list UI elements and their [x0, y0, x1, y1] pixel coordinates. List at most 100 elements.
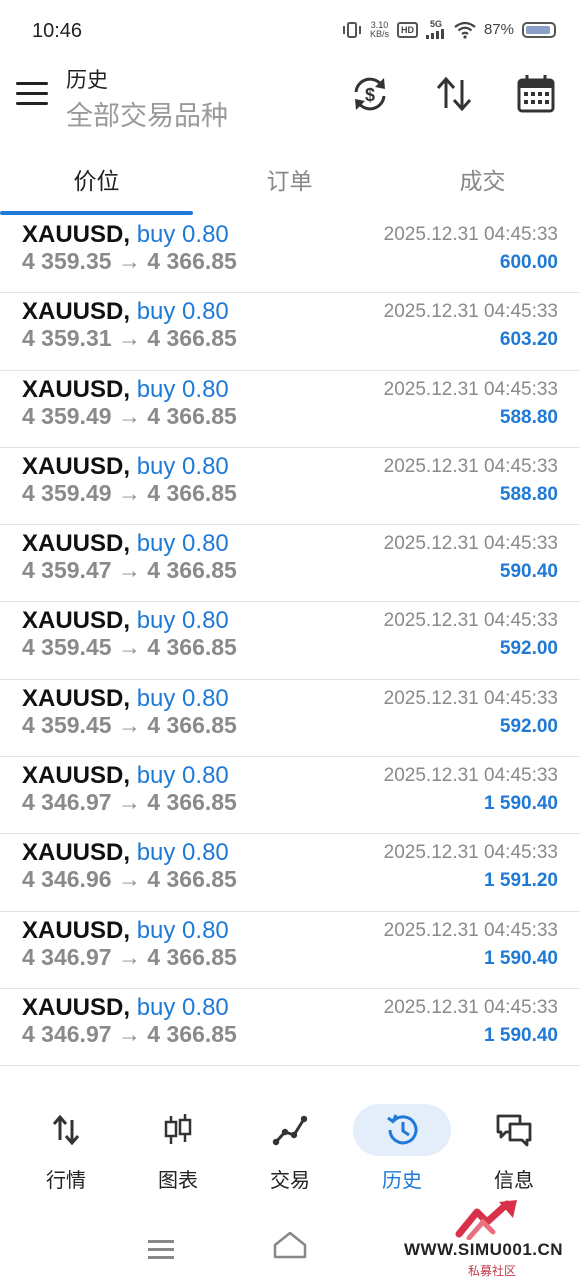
- app-bar: 历史 全部交易品种 $: [0, 62, 580, 142]
- nav-quotes-label: 行情: [46, 1170, 86, 1192]
- battery-icon: [522, 21, 556, 38]
- deal-head: XAUUSD, buy 0.80: [22, 530, 229, 558]
- deal-profit: 588.80: [499, 406, 558, 428]
- deal-row[interactable]: XAUUSD, buy 0.80 4 359.35 → 4 366.85 2025.…: [0, 216, 580, 294]
- deal-head: XAUUSD, buy 0.80: [22, 685, 229, 713]
- calendar-icon[interactable]: [514, 72, 558, 116]
- deal-time: 2025.12.31 04:45:33: [383, 842, 558, 864]
- deal-profit: 603.20: [499, 329, 558, 351]
- deal-prices: 4 359.47 → 4 366.85: [22, 557, 237, 584]
- bottom-nav: 行情 图表 交易 历史 信息: [0, 1100, 580, 1200]
- deal-symbol: XAUUSD,: [22, 221, 131, 248]
- deal-type: buy 0.80: [136, 839, 229, 867]
- menu-button[interactable]: [16, 82, 48, 110]
- deal-row[interactable]: XAUUSD, buy 0.80 4 359.45 → 4 366.85 2025.…: [0, 602, 580, 680]
- watermark-logo-icon: [455, 1200, 517, 1240]
- deal-profit: 1 590.40: [484, 947, 558, 969]
- svg-text:$: $: [365, 85, 375, 105]
- currency-sync-icon[interactable]: $: [348, 72, 392, 116]
- deal-time: 2025.12.31 04:45:33: [383, 765, 558, 787]
- tab-positions[interactable]: 价位: [0, 162, 193, 196]
- messages-icon: [496, 1114, 532, 1147]
- deal-profit: 592.00: [499, 638, 558, 660]
- nav-charts[interactable]: 图表: [122, 1100, 234, 1196]
- deal-profit: 592.00: [499, 715, 558, 737]
- deal-symbol: XAUUSD,: [22, 993, 131, 1021]
- nav-history-label: 历史: [382, 1170, 422, 1192]
- net-speed-unit: KB/s: [369, 28, 389, 39]
- page-title: 历史: [66, 69, 108, 92]
- signal-group: 5G: [425, 19, 446, 39]
- deal-prices: 4 359.49 → 4 366.85: [22, 402, 237, 429]
- deal-prices: 4 359.35 → 4 366.85: [22, 248, 237, 274]
- deal-type: buy 0.80: [136, 375, 229, 403]
- deal-time: 2025.12.31 04:45:33: [383, 919, 558, 941]
- nav-history[interactable]: 历史: [346, 1100, 458, 1196]
- network-label: 5G: [429, 19, 442, 29]
- deal-row[interactable]: XAUUSD, buy 0.80 4 346.97 → 4 366.85 2025.…: [0, 912, 580, 989]
- candlestick-icon: [164, 1114, 192, 1144]
- watermark-url: WWW.SIMU001.CN: [404, 1240, 564, 1259]
- deal-prices: 4 346.97 → 4 366.85: [22, 943, 237, 970]
- tab-deals[interactable]: 成交: [386, 162, 579, 196]
- deal-profit: 1 591.20: [484, 870, 558, 892]
- home-icon[interactable]: [272, 1230, 308, 1260]
- deal-head: XAUUSD, buy 0.80: [22, 917, 229, 945]
- deal-symbol: XAUUSD,: [22, 375, 131, 403]
- history-clock-icon: [387, 1114, 418, 1145]
- active-tab-indicator: [0, 211, 193, 215]
- nav-trade[interactable]: 交易: [234, 1100, 346, 1196]
- deal-row[interactable]: XAUUSD, buy 0.80 4 359.47 → 4 366.85 2025.…: [0, 525, 580, 603]
- deal-time: 2025.12.31 04:45:33: [383, 301, 558, 323]
- deal-head: XAUUSD, buy 0.80: [22, 376, 229, 404]
- deal-profit: 588.80: [499, 483, 558, 505]
- deal-symbol: XAUUSD,: [22, 530, 131, 558]
- history-tabs: 价位 订单 成交: [0, 148, 580, 216]
- deal-time: 2025.12.31 04:45:33: [383, 533, 558, 555]
- deal-head: XAUUSD, buy 0.80: [22, 839, 229, 867]
- deal-row[interactable]: XAUUSD, buy 0.80 4 359.49 → 4 366.85 2025.…: [0, 448, 580, 526]
- deal-time: 2025.12.31 04:45:33: [383, 378, 558, 400]
- deal-profit: 1 590.40: [484, 1024, 558, 1046]
- recent-apps-icon[interactable]: [148, 1240, 174, 1264]
- deal-time: 2025.12.31 04:45:33: [383, 996, 558, 1018]
- nav-charts-label: 图表: [158, 1170, 198, 1192]
- sort-icon[interactable]: [432, 72, 476, 116]
- deal-head: XAUUSD, buy 0.80: [22, 762, 229, 790]
- deal-type: buy 0.80: [136, 762, 229, 790]
- symbol-filter[interactable]: 全部交易品种: [66, 94, 228, 133]
- wifi-icon: [454, 21, 476, 39]
- deal-time: 2025.12.31 04:45:33: [383, 455, 558, 477]
- deal-head: XAUUSD, buy 0.80: [22, 994, 229, 1022]
- deal-row[interactable]: XAUUSD, buy 0.80 4 346.96 → 4 366.85 2025.…: [0, 834, 580, 912]
- deal-symbol: XAUUSD,: [22, 839, 131, 867]
- deal-symbol: XAUUSD,: [22, 762, 131, 790]
- deal-row[interactable]: XAUUSD, buy 0.80 4 359.31 → 4 366.85 2025.…: [0, 293, 580, 371]
- nav-messages[interactable]: 信息: [458, 1100, 570, 1196]
- deal-symbol: XAUUSD,: [22, 916, 131, 944]
- deal-type: buy 0.80: [136, 452, 229, 480]
- deal-list: XAUUSD, buy 0.80 4 359.35 → 4 366.85 2025.…: [0, 216, 580, 1067]
- deal-prices: 4 359.45 → 4 366.85: [22, 634, 237, 661]
- deal-row[interactable]: XAUUSD, buy 0.80 4 359.45 → 4 366.85 2025.…: [0, 680, 580, 758]
- watermark: WWW.SIMU001.CN 私募社区: [400, 1200, 580, 1282]
- deal-row[interactable]: XAUUSD, buy 0.80 4 359.49 → 4 366.85 2025.…: [0, 371, 580, 448]
- deal-prices: 4 346.97 → 4 366.85: [22, 789, 237, 816]
- status-time: 10:46: [32, 20, 83, 42]
- deal-type: buy 0.80: [136, 684, 229, 712]
- nav-messages-label: 信息: [494, 1170, 534, 1192]
- deal-row[interactable]: XAUUSD, buy 0.80 4 346.97 → 4 366.85 2025.…: [0, 757, 580, 835]
- deal-time: 2025.12.31 04:45:33: [383, 687, 558, 709]
- deal-profit: 590.40: [499, 561, 558, 583]
- deal-symbol: XAUUSD,: [22, 298, 131, 326]
- watermark-sub: 私募社区: [468, 1264, 517, 1278]
- deal-prices: 4 359.45 → 4 366.85: [22, 711, 237, 738]
- deal-symbol: XAUUSD,: [22, 607, 131, 635]
- deal-type: buy 0.80: [136, 298, 229, 326]
- deal-prices: 4 346.96 → 4 366.85: [22, 866, 237, 893]
- deal-symbol: XAUUSD,: [22, 452, 131, 480]
- nav-quotes[interactable]: 行情: [10, 1100, 122, 1196]
- deal-type: buy 0.80: [136, 607, 229, 635]
- tab-orders[interactable]: 订单: [193, 162, 386, 196]
- deal-row[interactable]: XAUUSD, buy 0.80 4 346.97 → 4 366.85 2025.…: [0, 989, 580, 1067]
